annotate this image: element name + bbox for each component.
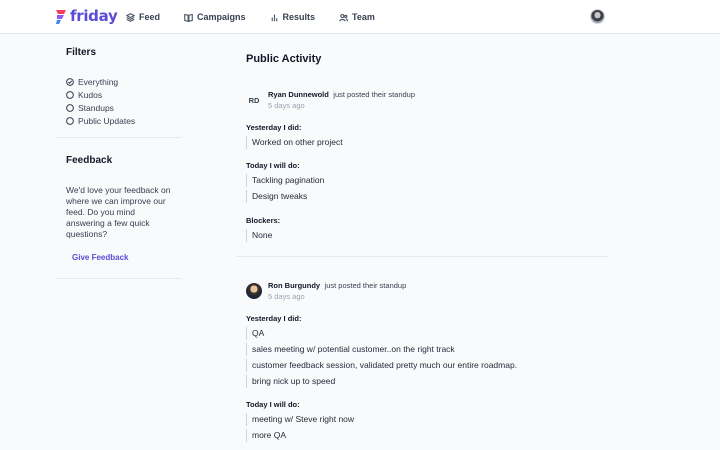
- yesterday-label: Yesterday I did:: [246, 314, 302, 323]
- filter-kudos[interactable]: Kudos: [66, 88, 135, 101]
- filter-label: Public Updates: [78, 115, 136, 126]
- post-author[interactable]: Ryan Dunnewold: [268, 90, 329, 99]
- feedback-heading: Feedback: [66, 155, 113, 166]
- friday-logo[interactable]: friday: [55, 7, 118, 25]
- filter-list: Everything Kudos Standups Public Updates: [66, 75, 135, 127]
- list-item: Worked on other project: [246, 136, 343, 149]
- list-item: bring nick up to speed: [246, 375, 335, 388]
- main-nav: Feed Campaigns Results Team: [126, 0, 399, 34]
- filter-standups[interactable]: Standups: [66, 101, 135, 114]
- list-item: Tackling pagination: [246, 174, 324, 187]
- friday-logo-icon: [56, 10, 66, 24]
- post-divider: [237, 256, 608, 257]
- nav-item-label: Team: [352, 12, 375, 22]
- filter-everything[interactable]: Everything: [66, 75, 135, 88]
- post-timestamp: 5 days ago: [268, 292, 305, 301]
- post-header: Ron Burgundy just posted their standup 5…: [246, 278, 406, 302]
- nav-item-label: Campaigns: [197, 12, 246, 22]
- list-item: sales meeting w/ potential customer..on …: [246, 343, 455, 356]
- today-label: Today I will do:: [246, 400, 300, 409]
- feedback-description: We'd love your feedback on where we can …: [66, 185, 171, 239]
- layers-icon: [126, 12, 135, 22]
- post-timestamp: 5 days ago: [268, 101, 305, 110]
- author-avatar: [246, 283, 262, 299]
- give-feedback-link[interactable]: Give Feedback: [72, 253, 128, 262]
- user-avatar[interactable]: [590, 9, 605, 24]
- list-item: Design tweaks: [246, 190, 307, 203]
- check-circle-icon: [66, 77, 74, 86]
- circle-icon: [66, 116, 74, 125]
- author-initials-avatar: RD: [248, 95, 260, 105]
- blockers-label: Blockers:: [246, 216, 281, 225]
- users-icon: [339, 13, 349, 21]
- book-open-icon: [184, 13, 193, 22]
- list-item: QA: [246, 327, 264, 340]
- bar-chart-icon: [271, 14, 277, 21]
- post-header: RD Ryan Dunnewold just posted their stan…: [246, 87, 415, 111]
- nav-item-team[interactable]: Team: [339, 12, 375, 22]
- top-navigation-bar: friday Feed Campaigns Results Team: [0, 0, 720, 34]
- filter-label: Standups: [78, 102, 114, 113]
- nav-item-label: Results: [282, 12, 316, 22]
- list-item: meeting w/ Steve right now: [246, 413, 354, 426]
- nav-item-label: Feed: [139, 12, 161, 22]
- post-action: just posted their standup: [324, 281, 407, 290]
- list-item: None: [246, 229, 272, 242]
- filter-label: Everything: [78, 76, 119, 87]
- today-label: Today I will do:: [246, 161, 300, 170]
- circle-icon: [66, 90, 74, 99]
- nav-item-campaigns[interactable]: Campaigns: [184, 12, 246, 22]
- nav-item-results[interactable]: Results: [270, 12, 316, 22]
- list-item: more QA: [246, 429, 286, 442]
- nav-item-feed[interactable]: Feed: [126, 12, 160, 22]
- filter-public-updates[interactable]: Public Updates: [66, 114, 135, 127]
- sidebar-divider: [55, 278, 181, 279]
- filter-label: Kudos: [78, 89, 103, 100]
- app-name: friday: [70, 7, 118, 25]
- yesterday-label: Yesterday I did:: [246, 123, 302, 132]
- list-item: customer feedback session, validated pre…: [246, 359, 517, 372]
- filters-heading: Filters: [66, 47, 97, 58]
- page-title: Public Activity: [246, 53, 322, 65]
- sidebar-divider: [55, 137, 181, 138]
- post-author[interactable]: Ron Burgundy: [268, 281, 320, 290]
- circle-icon: [66, 103, 74, 112]
- post-action: just posted their standup: [333, 90, 416, 99]
